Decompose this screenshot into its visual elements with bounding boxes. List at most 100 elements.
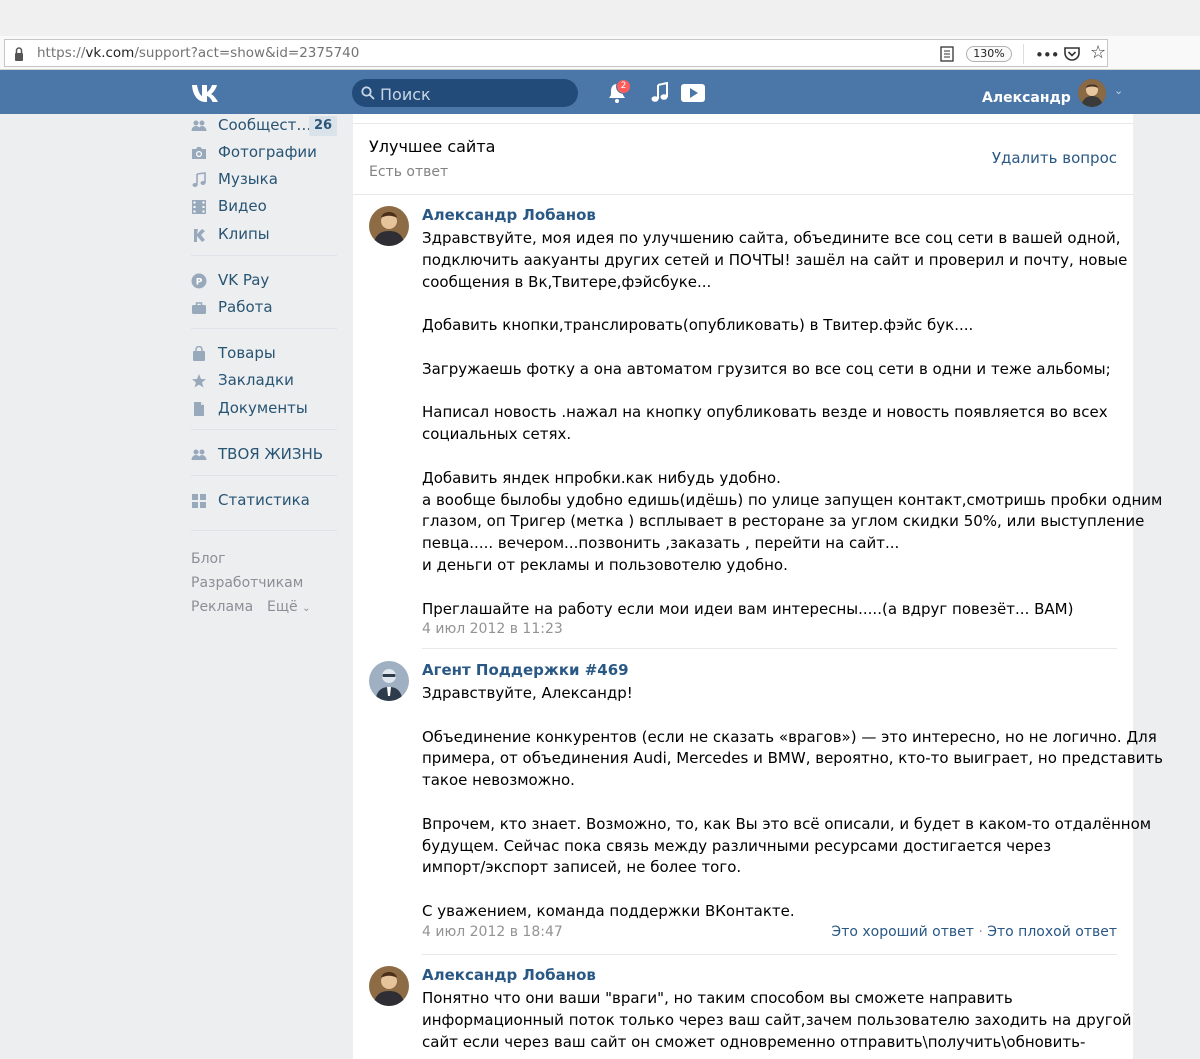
stats-icon xyxy=(192,494,206,508)
post-text-line: такое невозможно. xyxy=(422,771,575,790)
footer-more-label: Ещё xyxy=(267,599,298,615)
browser-tab-strip xyxy=(0,0,1200,36)
post-body: Здравствуйте, Александр! Объединение кон… xyxy=(422,683,1163,923)
post-text-line: Загружаешь фотку а она автоматом грузитс… xyxy=(422,359,1111,378)
post-text-line: будущем. Сейчас пока связь между различн… xyxy=(422,836,1052,855)
briefcase-icon xyxy=(192,302,206,314)
post-text-line xyxy=(422,381,1122,403)
post-text-line: Добавить кнопки,транслировать(опубликова… xyxy=(422,316,974,335)
chevron-down-icon[interactable]: ⌄ xyxy=(1114,84,1123,97)
bookmark-star-icon[interactable]: ☆ xyxy=(1090,44,1106,62)
support-agent-avatar[interactable] xyxy=(369,661,409,701)
sidebar-item-label: Сообщест… xyxy=(218,116,312,134)
groups-icon xyxy=(191,449,207,460)
footer-link-more[interactable]: Ещё ⌄ xyxy=(267,599,311,615)
post-text-line: сайт если через ваш сайт он сможет однов… xyxy=(422,1032,1086,1051)
pocket-icon[interactable] xyxy=(1063,45,1081,63)
document-icon xyxy=(194,402,204,416)
post-date[interactable]: 4 июл 2012 в 18:47 xyxy=(422,924,563,940)
notifications-badge: 2 xyxy=(616,79,631,94)
sidebar-item-music[interactable]: Музыка xyxy=(191,169,337,191)
profile-avatar[interactable] xyxy=(1078,79,1106,107)
sidebar-item-documents[interactable]: Документы xyxy=(191,398,337,420)
more-actions-icon[interactable]: ••• xyxy=(1035,46,1060,64)
post-author-name[interactable]: Александр Лобанов xyxy=(422,966,596,984)
sidebar-item-tvoya-zhizn[interactable]: ТВОЯ ЖИЗНЬ xyxy=(191,444,337,466)
sidebar-item-label: Видео xyxy=(218,197,267,215)
vkpay-icon: P xyxy=(191,273,207,289)
rating-separator: · xyxy=(978,924,983,940)
footer-link-ads[interactable]: Реклама xyxy=(191,599,253,615)
sidebar-item-photos[interactable]: Фотографии xyxy=(191,142,337,164)
sidebar-item-label: Товары xyxy=(218,344,276,362)
avatar-photo xyxy=(369,206,409,246)
answer-rating-links: Это хороший ответ · Это плохой ответ xyxy=(831,924,1117,940)
menu-divider xyxy=(191,429,337,430)
post-body: Понятно что они ваши "враги", но таким с… xyxy=(422,988,1132,1053)
post-text-line: Написал новость .нажал на кнопку опублик… xyxy=(422,403,1108,422)
clips-icon xyxy=(194,229,205,242)
url-text[interactable]: https://vk.com/support?act=show&id=23757… xyxy=(37,45,359,61)
menu-divider xyxy=(191,255,337,256)
menu-divider xyxy=(191,328,337,329)
post-text-line: Понятно что они ваши "враги", но таким с… xyxy=(422,989,1013,1007)
sidebar-item-label: VK Pay xyxy=(218,271,270,289)
sidebar-item-label: ТВОЯ ЖИЗНЬ xyxy=(218,445,324,463)
sidebar-item-communities[interactable]: Сообщест… 26 xyxy=(191,115,337,137)
sidebar-item-jobs[interactable]: Работа xyxy=(191,297,337,319)
question-status: Есть ответ xyxy=(369,164,449,180)
sidebar-item-goods[interactable]: Товары xyxy=(191,343,337,365)
avatar-photo xyxy=(369,966,409,1006)
notifications-button[interactable]: 2 xyxy=(606,79,631,104)
groups-icon xyxy=(191,120,207,131)
sidebar-item-label: Фотографии xyxy=(218,143,317,161)
post-text-line: информационный поток только через ваш са… xyxy=(422,1010,1132,1029)
post-text-line: Объединение конкурентов (если не сказать… xyxy=(422,727,1157,746)
footer-link-blog[interactable]: Блог xyxy=(191,551,225,567)
post-text-line xyxy=(422,446,1122,468)
svg-text:P: P xyxy=(196,278,203,288)
sidebar-item-vkpay[interactable]: P VK Pay xyxy=(191,270,337,292)
post-author-name[interactable]: Агент Поддержки #469 xyxy=(422,661,629,679)
browser-toolbar: https://vk.com/support?act=show&id=23757… xyxy=(0,36,1200,70)
chevron-down-icon: ⌄ xyxy=(302,603,311,614)
bad-answer-link[interactable]: Это плохой ответ xyxy=(987,924,1117,940)
agent-avatar-icon xyxy=(369,661,409,701)
zoom-level[interactable]: 130% xyxy=(966,46,1012,62)
author-avatar[interactable] xyxy=(369,966,409,1006)
post-text-line: сообщения в Вк,Твитере,фэйсбуке... xyxy=(422,272,712,291)
profile-name[interactable]: Александр xyxy=(982,90,1071,106)
post-text-line: примера, от объединения Audi, Mercedes и… xyxy=(422,749,1163,768)
post-date[interactable]: 4 июл 2012 в 11:23 xyxy=(422,621,563,637)
search-icon xyxy=(361,86,375,100)
search-box[interactable] xyxy=(352,79,578,107)
music-icon[interactable] xyxy=(650,82,670,104)
video-player-icon[interactable] xyxy=(680,83,706,103)
sidebar-item-bookmarks[interactable]: Закладки xyxy=(191,370,337,392)
reader-view-icon[interactable] xyxy=(940,46,954,62)
post-text-line xyxy=(422,792,1122,814)
sidebar-item-video[interactable]: Видео xyxy=(191,196,337,218)
vk-logo-icon[interactable] xyxy=(191,82,225,104)
post-text-line: а вообще былобы удобно едишь(идёшь) по у… xyxy=(422,490,1163,509)
post-text-line: Здравствуйте, Александр! xyxy=(422,684,633,702)
sidebar-item-label: Статистика xyxy=(218,491,310,509)
communities-count-badge: 26 xyxy=(309,116,337,136)
post-text-line: социальных сетях. xyxy=(422,425,572,444)
post-author-name[interactable]: Александр Лобанов xyxy=(422,206,596,224)
post-text-line: подключить аакуанты других сетей и ПОЧТЫ… xyxy=(422,250,1128,269)
search-input[interactable] xyxy=(380,83,570,105)
scrolled-header-edge xyxy=(353,114,1133,124)
good-answer-link[interactable]: Это хороший ответ xyxy=(831,924,973,940)
author-avatar[interactable] xyxy=(369,206,409,246)
url-bar[interactable]: https://vk.com/support?act=show&id=23757… xyxy=(4,39,1108,67)
post-divider xyxy=(422,954,1117,955)
sidebar-item-stats[interactable]: Статистика xyxy=(191,490,337,512)
post-text-line xyxy=(422,337,1122,359)
sidebar-item-clips[interactable]: Клипы xyxy=(191,224,337,246)
sidebar-item-label: Закладки xyxy=(218,371,294,389)
delete-question-link[interactable]: Удалить вопрос xyxy=(992,149,1117,167)
question-panel: Улучшее сайта Есть ответ Удалить вопрос … xyxy=(353,114,1163,1059)
avatar-photo xyxy=(1078,79,1106,107)
footer-link-developers[interactable]: Разработчикам xyxy=(191,575,303,591)
